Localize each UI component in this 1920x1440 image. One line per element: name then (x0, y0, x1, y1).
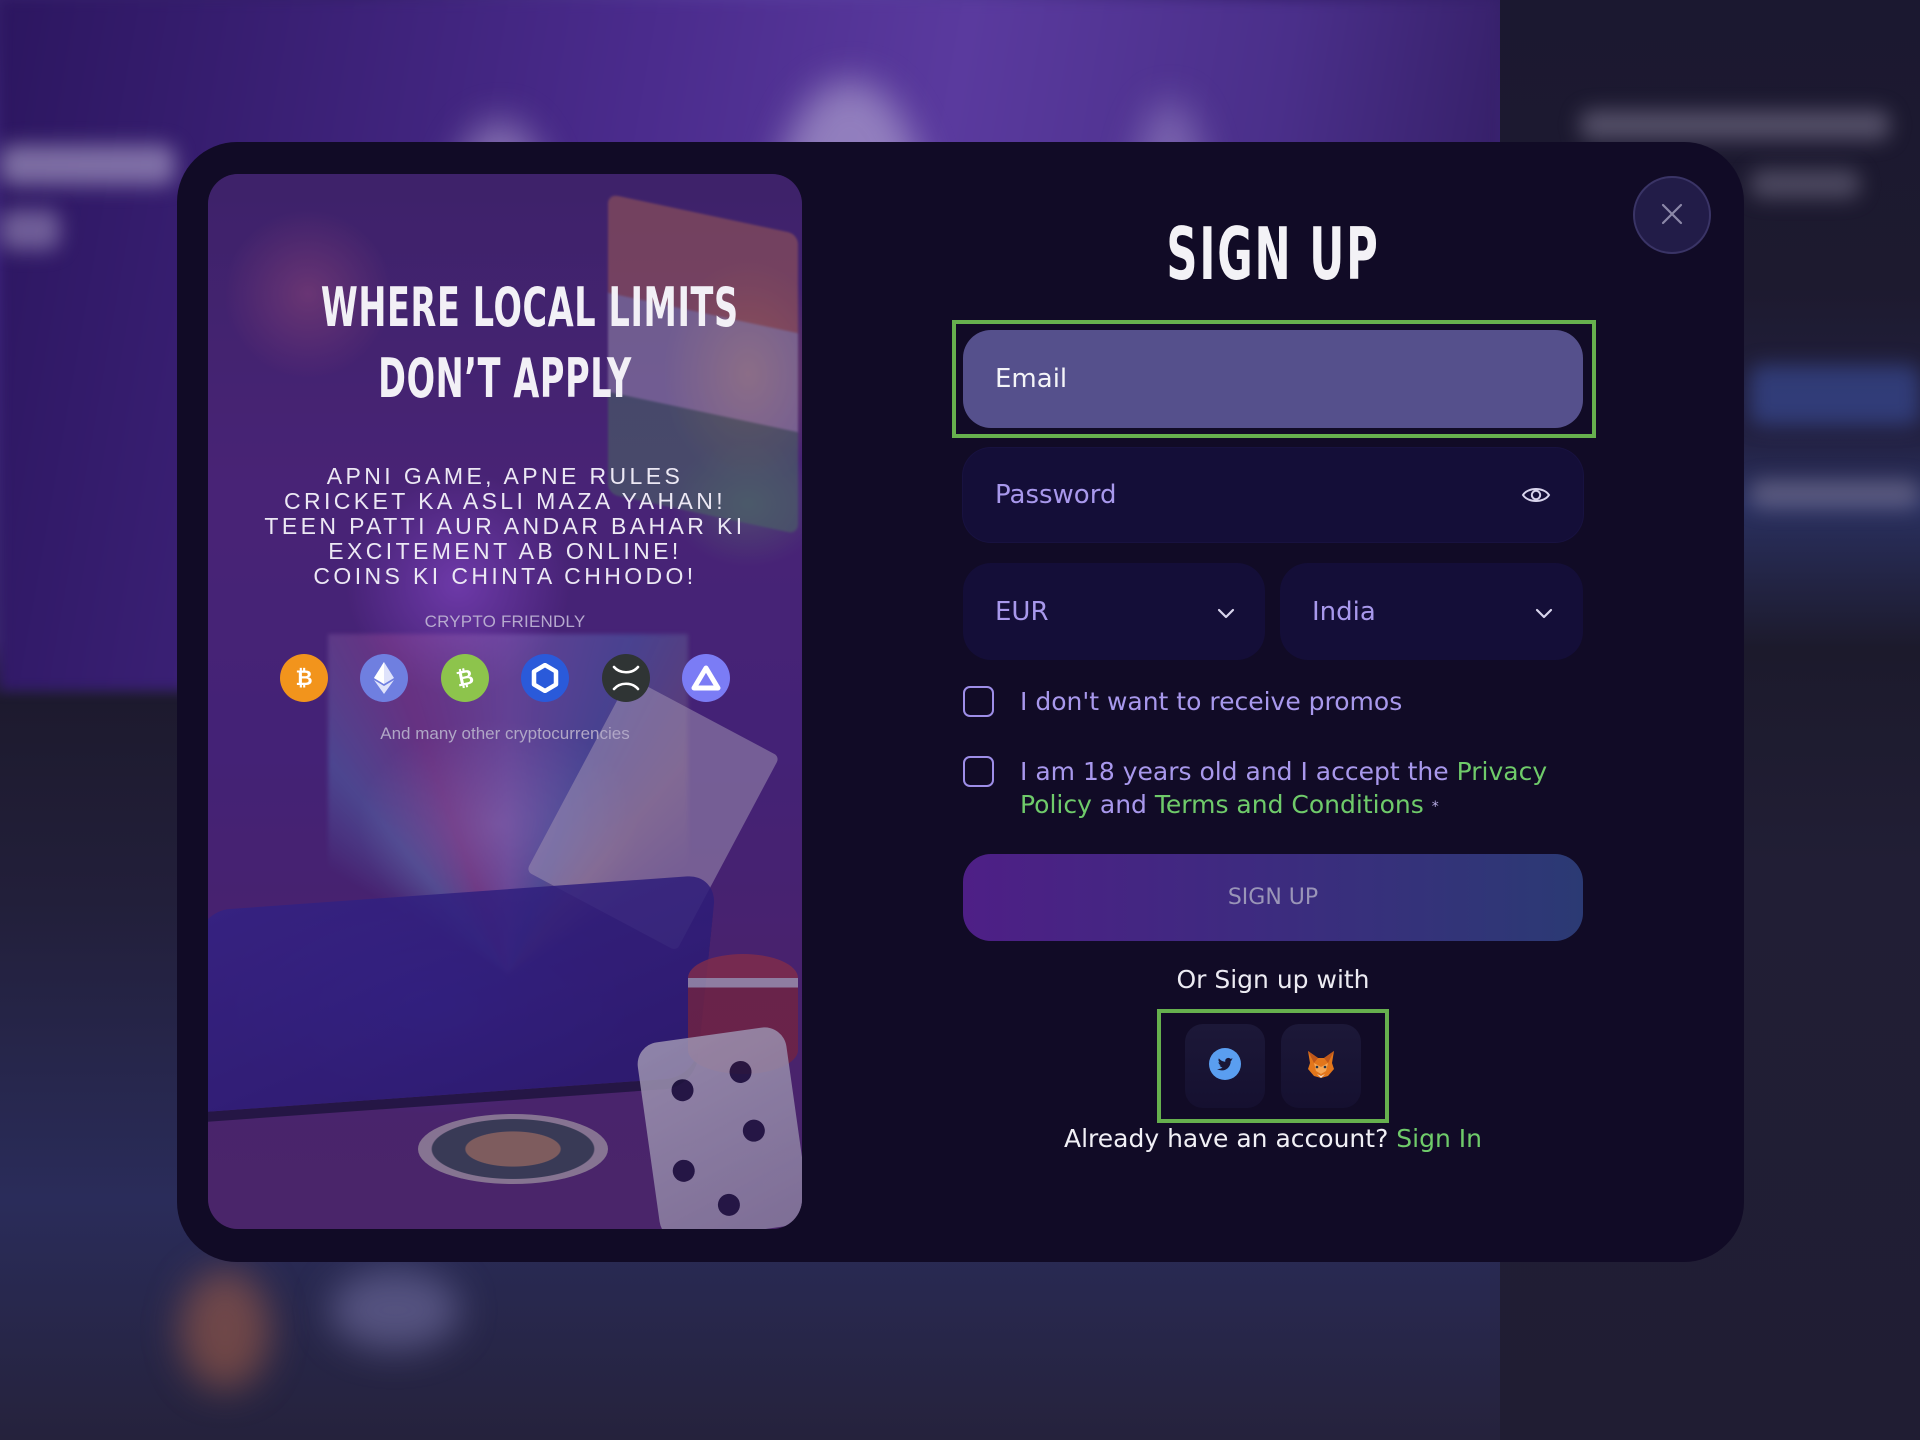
promo-tagline-line: CRICKET KA ASLI MAZA YAHAN! (283, 488, 727, 514)
promo-title-line: DON’T APPLY (378, 347, 632, 410)
background-blur-shape (0, 145, 175, 185)
background-blur-shape (180, 1270, 270, 1390)
background-blur-shape (1750, 170, 1860, 198)
background-blur-shape (1750, 365, 1920, 425)
eye-icon[interactable] (1521, 485, 1551, 505)
crypto-friendly-label: CRYPTO FRIENDLY (424, 612, 586, 631)
signup-modal: WHERE LOCAL LIMITS DON’T APPLY APNI GAME… (177, 142, 1744, 1262)
promos-checkbox[interactable] (963, 686, 994, 717)
promos-checkbox-label: I don't want to receive promos (1020, 687, 1403, 716)
social-buttons (1185, 1024, 1361, 1108)
promo-tagline-line: COINS KI CHINTA CHHODO! (313, 563, 697, 589)
account-prompt-text: Already have an account? (1063, 1124, 1389, 1153)
close-button[interactable] (1633, 176, 1711, 254)
password-input[interactable] (995, 480, 1521, 510)
social-signup-label: Or Sign up with (1176, 965, 1370, 994)
chevron-down-icon (1217, 597, 1235, 627)
terms-checkbox-label: I am 18 years old and I accept the Priva… (1020, 755, 1583, 824)
required-mark: * (1431, 799, 1439, 815)
metamask-fox-icon (1304, 1047, 1338, 1086)
chevron-down-icon (1535, 597, 1553, 627)
promo-tagline: APNI GAME, APNE RULES CRICKET KA ASLI MA… (208, 464, 802, 589)
promo-tagline-line: APNI GAME, APNE RULES (326, 463, 684, 489)
promo-tagline-line: TEEN PATTI AUR ANDAR BAHAR KI (264, 513, 746, 539)
promo-content: WHERE LOCAL LIMITS DON’T APPLY APNI GAME… (208, 174, 802, 1229)
country-select[interactable]: India (1280, 563, 1583, 660)
crypto-more-label: And many other cryptocurrencies (380, 724, 630, 743)
sign-in-prompt: Already have an account? Sign In (963, 1124, 1583, 1153)
sign-up-button[interactable]: SIGN UP (963, 854, 1583, 941)
twitter-signup-button[interactable] (1185, 1024, 1265, 1108)
country-value: India (1312, 596, 1376, 627)
bitcoin-cash-icon: ₿ (440, 654, 489, 702)
background-blur-shape (0, 210, 60, 250)
email-field-container (963, 330, 1583, 428)
promo-title-line: WHERE LOCAL LIMITS (320, 276, 739, 339)
terms-label-text: I am 18 years old and I accept the (1020, 757, 1457, 786)
svg-text:₿: ₿ (454, 665, 476, 691)
background-blur-shape (330, 1270, 460, 1350)
password-field-container (963, 448, 1583, 542)
promo-tagline-line: EXCITEMENT AB ONLINE! (328, 538, 682, 564)
email-input[interactable] (995, 364, 1551, 394)
xrp-icon (601, 654, 650, 702)
crypto-icon-row: ₿ ₿ (280, 654, 730, 704)
background-blur-shape (1750, 480, 1920, 508)
sign-in-link[interactable]: Sign In (1396, 1124, 1482, 1153)
chainlink-icon (521, 654, 570, 702)
currency-select[interactable]: EUR (963, 563, 1265, 660)
form-title: SIGN UP (1166, 212, 1380, 296)
terms-label-text: and (1091, 790, 1155, 819)
promo-title: WHERE LOCAL LIMITS DON’T APPLY (320, 272, 739, 414)
terms-option: I am 18 years old and I accept the Priva… (963, 755, 1583, 824)
svg-text:₿: ₿ (295, 666, 312, 690)
background-blur-shape (1580, 110, 1890, 140)
metamask-signup-button[interactable] (1281, 1024, 1361, 1108)
signup-form: SIGN UP EUR India I don't want to rece (952, 142, 1596, 1262)
twitter-icon (1208, 1047, 1242, 1086)
ethereum-icon (360, 654, 409, 702)
close-icon (1660, 202, 1684, 229)
currency-value: EUR (995, 596, 1049, 627)
terms-checkbox[interactable] (963, 756, 994, 787)
promos-option: I don't want to receive promos (963, 685, 1583, 718)
bitcoin-icon: ₿ (280, 654, 328, 702)
terms-conditions-link[interactable]: Terms and Conditions (1155, 790, 1424, 819)
triangle-coin-icon (681, 654, 730, 702)
promo-panel: WHERE LOCAL LIMITS DON’T APPLY APNI GAME… (208, 174, 802, 1229)
